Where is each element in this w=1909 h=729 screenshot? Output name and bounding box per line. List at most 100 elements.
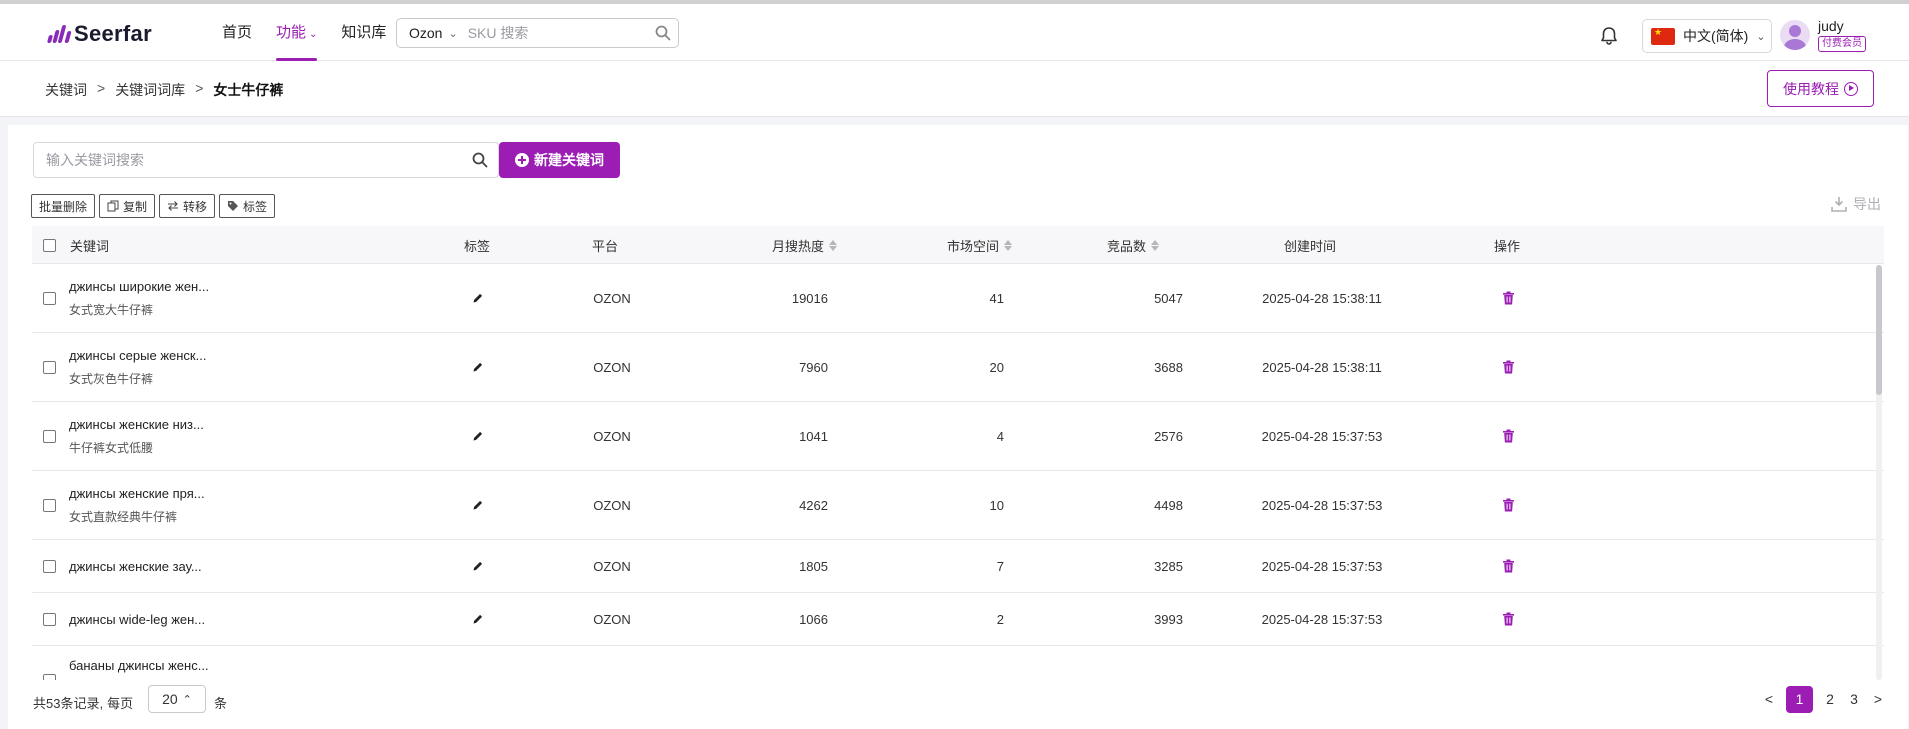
nav-knowledge-label: 知识库	[341, 24, 387, 41]
page-1-button[interactable]: 1	[1786, 685, 1813, 713]
keyword-cn: 牛仔裤女式低腰	[69, 440, 154, 455]
trash-icon[interactable]	[1498, 593, 1518, 645]
tag-button[interactable]: 标签	[219, 194, 276, 218]
logo[interactable]: Seerfar	[46, 21, 152, 47]
created-time-cell: 2025-04-28 15:38:11	[1262, 359, 1382, 375]
monthly-search-cell: 4262	[799, 497, 828, 513]
language-select[interactable]: 中文(简体) ⌄	[1642, 19, 1772, 53]
row-checkbox[interactable]	[43, 471, 56, 539]
page-2-button[interactable]: 2	[1823, 685, 1837, 713]
keyword-search-box	[33, 142, 499, 178]
platform-select[interactable]: Ozon ⌄	[397, 19, 462, 47]
user-menu[interactable]: judy 付费会员	[1780, 18, 1866, 52]
breadcrumb-keyword-library[interactable]: 关键词词库	[115, 80, 185, 100]
row-checkbox[interactable]	[43, 333, 56, 401]
sort-icon	[1151, 239, 1160, 251]
breadcrumb-keywords[interactable]: 关键词	[45, 80, 87, 100]
competitors-cell: 3993	[1154, 611, 1183, 627]
keyword-ru[interactable]: бананы джинсы женс...	[69, 658, 209, 673]
row-checkbox[interactable]	[43, 540, 56, 592]
header-competitors[interactable]: 竞品数	[1107, 226, 1160, 264]
search-icon[interactable]	[462, 152, 498, 168]
created-time-cell: 2025-04-28 15:37:53	[1261, 428, 1383, 444]
copy-button[interactable]: 复制	[99, 194, 156, 218]
monthly-search-cell: 7960	[799, 359, 828, 375]
monthly-search-cell: 1805	[799, 558, 828, 574]
member-badge: 付费会员	[1818, 36, 1866, 52]
header-competitors-label: 竞品数	[1107, 238, 1147, 254]
language-label: 中文(简体)	[1683, 28, 1749, 44]
nav-knowledge-base[interactable]: 知识库	[329, 4, 398, 61]
table-scrollbar[interactable]	[1876, 265, 1882, 680]
batch-delete-label: 批量删除	[39, 199, 88, 214]
header-monthly-search-label: 月搜热度	[772, 238, 825, 254]
header-market-space-label: 市场空间	[947, 238, 1000, 254]
edit-tag-icon[interactable]	[468, 333, 488, 401]
row-checkbox[interactable]	[43, 646, 56, 680]
sku-search-input[interactable]	[461, 19, 649, 47]
trash-icon[interactable]	[1498, 333, 1518, 401]
platform-cell: OZON	[593, 428, 631, 444]
market-space-cell: 7	[996, 558, 1004, 574]
next-page-button[interactable]: >	[1871, 685, 1885, 713]
nav-home[interactable]: 首页	[210, 4, 264, 61]
prev-page-button[interactable]: <	[1762, 685, 1776, 713]
trash-icon[interactable]	[1498, 264, 1518, 332]
chevron-down-icon: ⌄	[309, 29, 318, 40]
keyword-ru[interactable]: джинсы широкие жен...	[69, 279, 209, 294]
trash-icon[interactable]	[1498, 471, 1518, 539]
scrollbar-thumb[interactable]	[1876, 265, 1882, 395]
competitors-cell: 4498	[1154, 497, 1183, 513]
nav-features-label: 功能	[276, 24, 307, 41]
header-tag: 标签	[464, 238, 491, 254]
keyword-ru[interactable]: джинсы женские зау...	[69, 559, 202, 574]
transfer-button[interactable]: 转移	[159, 194, 216, 218]
page-3-button[interactable]: 3	[1847, 685, 1861, 713]
row-checkbox[interactable]	[43, 264, 56, 332]
keyword-ru[interactable]: джинсы женские низ...	[69, 417, 204, 432]
header-keyword: 关键词	[70, 238, 110, 254]
search-icon[interactable]	[649, 19, 678, 47]
top-navbar: Seerfar 首页 功能⌄ 知识库 Ozon ⌄ 中文(简体) ⌄ judy …	[0, 0, 1909, 61]
platform-select-value: Ozon	[409, 25, 443, 41]
competitors-cell: 5047	[1154, 290, 1183, 306]
export-button[interactable]: 导出	[1831, 194, 1881, 214]
platform-cell: OZON	[593, 611, 631, 627]
sort-icon	[829, 239, 838, 251]
nav-features[interactable]: 功能 ⌄	[264, 4, 329, 61]
edit-tag-icon[interactable]	[468, 593, 488, 645]
row-checkbox[interactable]	[43, 593, 56, 645]
keyword-search-input[interactable]	[34, 143, 462, 177]
edit-tag-icon[interactable]	[468, 402, 488, 470]
monthly-search-cell: 19016	[791, 290, 828, 306]
keyword-ru[interactable]: джинсы серые женск...	[69, 348, 206, 363]
table-row: джинсы wide-leg жен... OZON 1066 2 3993 2025-…	[32, 593, 1884, 646]
header-monthly-search[interactable]: 月搜热度	[772, 226, 838, 264]
trash-icon[interactable]	[1498, 540, 1518, 592]
edit-tag-icon[interactable]	[468, 471, 488, 539]
edit-tag-icon[interactable]	[468, 264, 488, 332]
main-nav: 首页 功能 ⌄ 知识库	[210, 4, 398, 61]
keyword-ru[interactable]: джинсы wide-leg жен...	[69, 612, 205, 627]
table-header: 关键词 标签 平台 月搜热度 市场空间 竞品数 创建时间 操作	[32, 226, 1884, 264]
page-size-select[interactable]: 20 ⌃	[148, 685, 206, 713]
new-keyword-button[interactable]: 新建关键词	[499, 142, 620, 178]
edit-tag-icon[interactable]	[468, 540, 488, 592]
chevron-up-icon: ⌃	[182, 693, 192, 706]
keyword-ru[interactable]: джинсы женские пря...	[69, 486, 205, 501]
bell-icon[interactable]	[1598, 25, 1622, 49]
pagination: < 1 2 3 >	[1762, 685, 1885, 713]
chevron-down-icon: ⌄	[448, 27, 458, 40]
select-all-checkbox[interactable]	[43, 226, 56, 264]
batch-delete-button[interactable]: 批量删除	[31, 194, 96, 218]
page-size-value: 20	[162, 691, 178, 707]
header-market-space[interactable]: 市场空间	[947, 226, 1013, 264]
new-keyword-label: 新建关键词	[534, 152, 604, 168]
keyword-cell: джинсы женские низ... 牛仔裤女式低腰	[69, 402, 204, 470]
trash-icon[interactable]	[1498, 402, 1518, 470]
row-checkbox[interactable]	[43, 402, 56, 470]
competitors-cell: 3688	[1154, 359, 1183, 375]
china-flag-icon	[1651, 27, 1675, 45]
brand-name: Seerfar	[74, 21, 152, 46]
tutorial-button[interactable]: 使用教程	[1767, 70, 1874, 107]
